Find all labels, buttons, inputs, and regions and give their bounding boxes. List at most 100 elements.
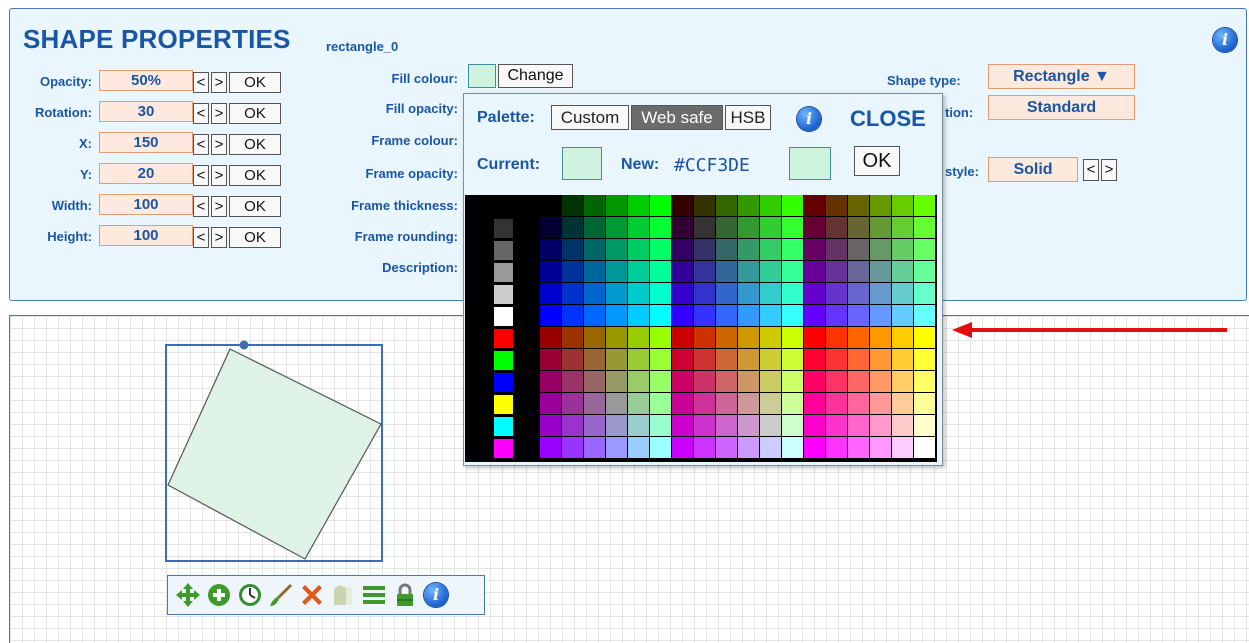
colour-cell[interactable]: [584, 239, 605, 260]
colour-cell[interactable]: [870, 327, 891, 348]
colour-cell[interactable]: [870, 349, 891, 370]
colour-cell[interactable]: [584, 283, 605, 304]
colour-cell[interactable]: [782, 239, 803, 260]
colour-cell[interactable]: [848, 415, 869, 436]
colour-cell[interactable]: [562, 305, 583, 326]
colour-cell[interactable]: [694, 437, 715, 458]
colour-cell[interactable]: [562, 371, 583, 392]
colour-cell[interactable]: [540, 327, 561, 348]
colour-cell[interactable]: [650, 305, 671, 326]
colour-cell[interactable]: [760, 239, 781, 260]
colour-cell[interactable]: [892, 305, 913, 326]
colour-cell[interactable]: [892, 261, 913, 282]
colour-cell[interactable]: [540, 437, 561, 458]
colour-cell[interactable]: [584, 261, 605, 282]
web-safe-colour-grid[interactable]: [465, 195, 937, 462]
delete-icon[interactable]: [298, 581, 326, 609]
colour-cell[interactable]: [628, 239, 649, 260]
colour-cell[interactable]: [892, 415, 913, 436]
colour-cell[interactable]: [716, 261, 737, 282]
colour-cell[interactable]: [672, 393, 693, 414]
colour-cell[interactable]: [914, 349, 935, 370]
colour-cell[interactable]: [672, 283, 693, 304]
colour-cell[interactable]: [782, 349, 803, 370]
colour-cell[interactable]: [760, 349, 781, 370]
colour-cell[interactable]: [540, 305, 561, 326]
colour-cell[interactable]: [606, 415, 627, 436]
colour-cell[interactable]: [650, 239, 671, 260]
colour-cell[interactable]: [584, 217, 605, 238]
colour-cell[interactable]: [760, 217, 781, 238]
colour-cell[interactable]: [914, 415, 935, 436]
colour-cell[interactable]: [672, 305, 693, 326]
primary-swatch[interactable]: [494, 351, 513, 370]
colour-cell[interactable]: [782, 371, 803, 392]
colour-cell[interactable]: [914, 261, 935, 282]
colour-cell[interactable]: [760, 437, 781, 458]
colour-cell[interactable]: [606, 327, 627, 348]
colour-cell[interactable]: [848, 239, 869, 260]
colour-cell[interactable]: [694, 393, 715, 414]
colour-cell[interactable]: [540, 195, 561, 216]
colour-cell[interactable]: [716, 371, 737, 392]
colour-cell[interactable]: [716, 393, 737, 414]
colour-cell[interactable]: [760, 195, 781, 216]
colour-cell[interactable]: [540, 261, 561, 282]
colour-cell[interactable]: [562, 437, 583, 458]
colour-cell[interactable]: [892, 217, 913, 238]
colour-cell[interactable]: [914, 371, 935, 392]
colour-cell[interactable]: [540, 349, 561, 370]
colour-cell[interactable]: [672, 217, 693, 238]
palette-ok-button[interactable]: OK: [854, 146, 900, 176]
colour-cell[interactable]: [870, 415, 891, 436]
colour-cell[interactable]: [782, 195, 803, 216]
colour-cell[interactable]: [804, 437, 825, 458]
colour-cell[interactable]: [562, 415, 583, 436]
grey-swatch[interactable]: [494, 307, 513, 326]
colour-cell[interactable]: [628, 349, 649, 370]
primary-swatch[interactable]: [494, 439, 513, 458]
primary-swatch[interactable]: [494, 329, 513, 348]
colour-cell[interactable]: [738, 283, 759, 304]
colour-cell[interactable]: [782, 261, 803, 282]
colour-cell[interactable]: [870, 195, 891, 216]
lock-icon[interactable]: [391, 581, 419, 609]
colour-cell[interactable]: [826, 371, 847, 392]
rotation-handle[interactable]: [239, 340, 249, 350]
colour-cell[interactable]: [804, 261, 825, 282]
colour-cell[interactable]: [738, 195, 759, 216]
colour-cell[interactable]: [716, 239, 737, 260]
grey-swatch[interactable]: [494, 241, 513, 260]
colour-cell[interactable]: [914, 195, 935, 216]
colour-cell[interactable]: [914, 327, 935, 348]
colour-cell[interactable]: [892, 349, 913, 370]
grey-swatch[interactable]: [494, 263, 513, 282]
colour-cell[interactable]: [738, 349, 759, 370]
colour-cell[interactable]: [804, 349, 825, 370]
colour-cell[interactable]: [540, 239, 561, 260]
colour-cell[interactable]: [650, 283, 671, 304]
colour-cell[interactable]: [870, 261, 891, 282]
colour-cell[interactable]: [782, 217, 803, 238]
colour-cell[interactable]: [540, 283, 561, 304]
colour-cell[interactable]: [760, 371, 781, 392]
colour-cell[interactable]: [826, 283, 847, 304]
colour-cell[interactable]: [628, 217, 649, 238]
colour-cell[interactable]: [826, 393, 847, 414]
colour-cell[interactable]: [606, 371, 627, 392]
colour-cell[interactable]: [716, 349, 737, 370]
colour-cell[interactable]: [892, 393, 913, 414]
colour-cell[interactable]: [672, 239, 693, 260]
colour-cell[interactable]: [848, 327, 869, 348]
colour-cell[interactable]: [606, 261, 627, 282]
colour-cell[interactable]: [628, 437, 649, 458]
colour-cell[interactable]: [562, 195, 583, 216]
colour-cell[interactable]: [870, 217, 891, 238]
colour-cell[interactable]: [694, 349, 715, 370]
colour-cell[interactable]: [914, 217, 935, 238]
colour-cell[interactable]: [782, 437, 803, 458]
layer-icon[interactable]: [329, 581, 357, 609]
colour-cell[interactable]: [672, 195, 693, 216]
colour-cell[interactable]: [914, 393, 935, 414]
colour-cell[interactable]: [628, 327, 649, 348]
